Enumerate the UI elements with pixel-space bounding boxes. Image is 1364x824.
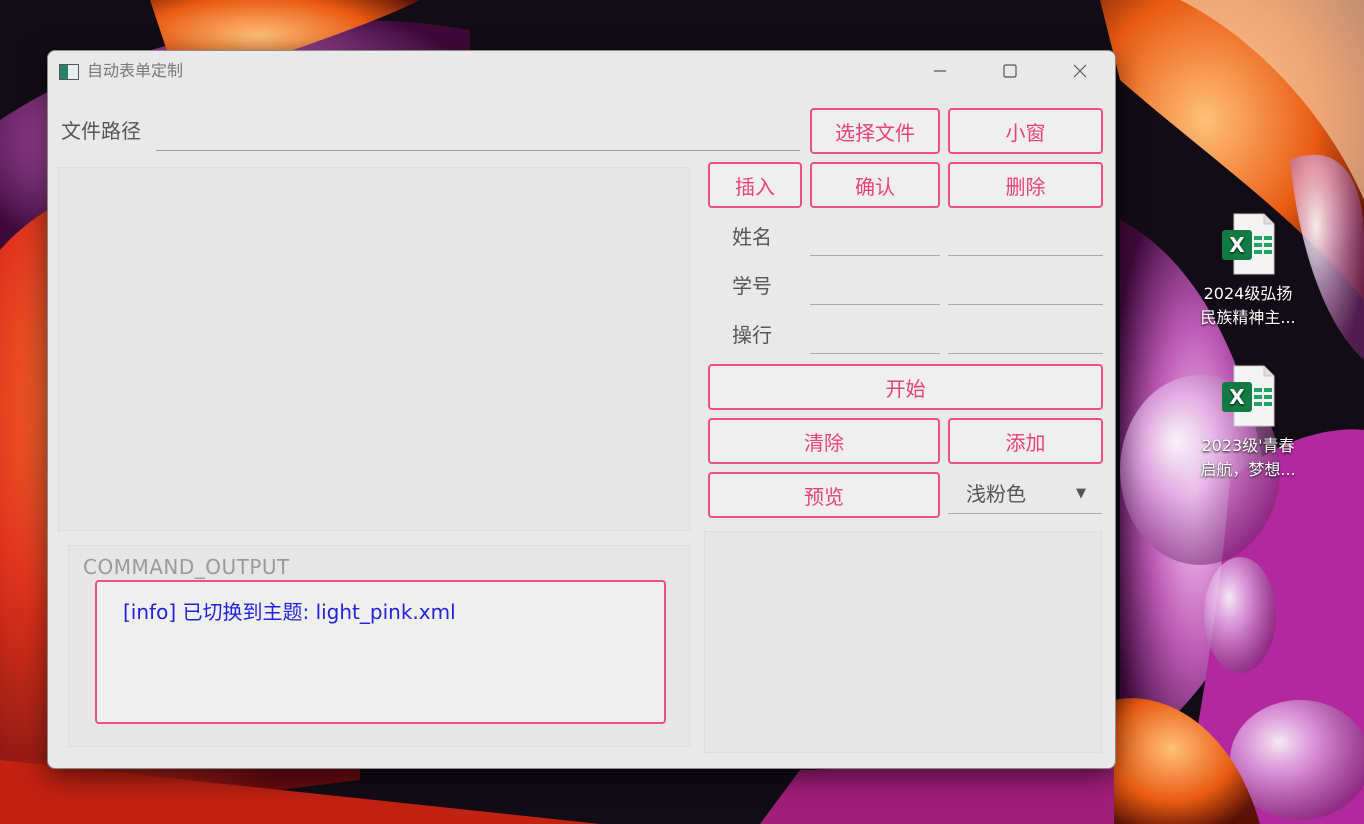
select-file-button[interactable]: 选择文件 bbox=[810, 108, 940, 154]
delete-button[interactable]: 删除 bbox=[948, 162, 1103, 208]
maximize-icon bbox=[1003, 64, 1017, 78]
command-output-title: COMMAND_OUTPUT bbox=[83, 555, 290, 579]
add-button[interactable]: 添加 bbox=[948, 418, 1103, 464]
minimize-button[interactable] bbox=[905, 51, 975, 91]
student-id-input-2[interactable] bbox=[948, 271, 1103, 305]
app-window: 自动表单定制 文件路径 选择文件 小窗 插入 确认 删除 姓名 学号 操行 开始… bbox=[47, 50, 1116, 769]
start-button[interactable]: 开始 bbox=[708, 364, 1103, 410]
chevron-down-icon: ▼ bbox=[1076, 486, 1086, 501]
insert-button[interactable]: 插入 bbox=[708, 162, 802, 208]
name-input-2[interactable] bbox=[948, 222, 1103, 256]
preview-area bbox=[58, 167, 690, 531]
field-label-student-id: 学号 bbox=[732, 274, 772, 298]
file-path-input[interactable] bbox=[156, 121, 800, 151]
name-input-1[interactable] bbox=[810, 222, 940, 256]
minimize-icon bbox=[934, 70, 946, 72]
desktop-file-2024[interactable]: X 2024级弘扬 民族精神主... bbox=[1188, 212, 1308, 330]
clear-button[interactable]: 清除 bbox=[708, 418, 940, 464]
confirm-button[interactable]: 确认 bbox=[810, 162, 940, 208]
excel-badge-text: X bbox=[1229, 385, 1245, 409]
excel-icon: X bbox=[1220, 212, 1276, 276]
desktop-file-name-line2: 民族精神主... bbox=[1200, 308, 1296, 327]
maximize-button[interactable] bbox=[975, 51, 1045, 91]
theme-select[interactable]: 浅粉色 ▼ bbox=[948, 472, 1102, 514]
desktop-file-name-line1: 2023级'青春 bbox=[1201, 436, 1295, 455]
close-icon bbox=[1073, 64, 1087, 78]
conduct-input-2[interactable] bbox=[948, 320, 1103, 354]
command-output-line: [info] 已切换到主题: light_pink.xml bbox=[123, 600, 456, 624]
command-output-box[interactable]: [info] 已切换到主题: light_pink.xml bbox=[95, 580, 666, 724]
close-button[interactable] bbox=[1045, 51, 1115, 91]
field-label-name: 姓名 bbox=[732, 225, 772, 249]
desktop-file-name-line2: 启航，梦想... bbox=[1200, 460, 1296, 479]
preview-button[interactable]: 预览 bbox=[708, 472, 940, 518]
empty-side-panel bbox=[704, 531, 1102, 753]
field-label-conduct: 操行 bbox=[732, 323, 772, 347]
window-title: 自动表单定制 bbox=[87, 61, 184, 80]
mini-window-button[interactable]: 小窗 bbox=[948, 108, 1103, 154]
excel-badge-text: X bbox=[1229, 233, 1245, 257]
file-path-label: 文件路径 bbox=[61, 119, 141, 143]
conduct-input-1[interactable] bbox=[810, 320, 940, 354]
theme-select-value: 浅粉色 bbox=[966, 482, 1026, 506]
excel-icon: X bbox=[1220, 364, 1276, 428]
title-bar[interactable]: 自动表单定制 bbox=[48, 51, 1115, 93]
desktop-file-name-line1: 2024级弘扬 bbox=[1203, 284, 1293, 303]
desktop-file-2023[interactable]: X 2023级'青春 启航，梦想... bbox=[1188, 364, 1308, 482]
app-icon bbox=[59, 64, 79, 80]
student-id-input-1[interactable] bbox=[810, 271, 940, 305]
